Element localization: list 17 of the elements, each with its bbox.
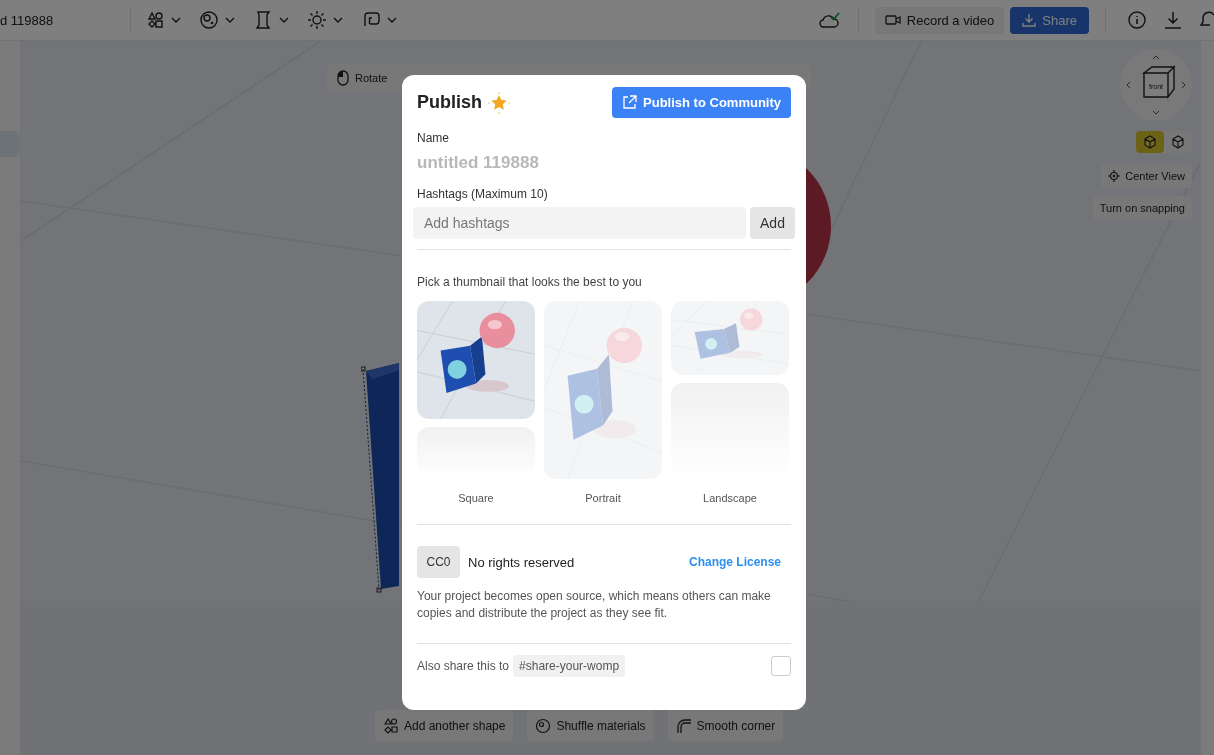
caret-icon (387, 17, 397, 23)
share-button[interactable]: Share (1010, 6, 1089, 34)
download-icon (1022, 13, 1037, 27)
caret-icon (225, 17, 235, 23)
caret-icon (333, 17, 343, 23)
download-icon (1164, 11, 1182, 29)
caret-icon (171, 17, 181, 23)
palette-icon (199, 10, 219, 30)
shapes-icon (145, 10, 165, 30)
scroll-icon (253, 10, 273, 30)
record-video-button[interactable]: Record a video (874, 6, 1005, 34)
info-icon (1128, 11, 1146, 29)
project-title: d 119888 (0, 12, 55, 28)
caret-icon (279, 17, 289, 23)
cloud-check-icon (817, 11, 842, 29)
sun-icon (307, 10, 327, 30)
video-camera-icon (884, 14, 901, 26)
